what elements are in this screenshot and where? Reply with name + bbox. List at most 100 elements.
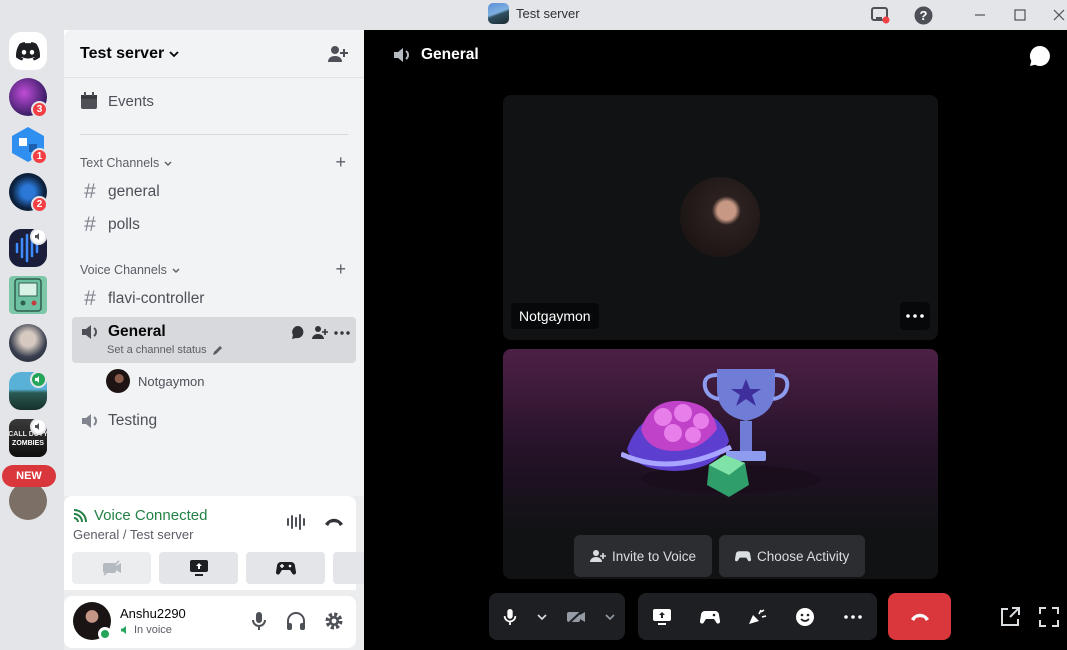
category-label: Text Channels: [80, 156, 160, 170]
disconnect-icon[interactable]: [324, 517, 344, 527]
server-name-label: Test server: [80, 44, 165, 62]
gamepad-icon: [275, 562, 296, 575]
category-voice-channels[interactable]: Voice Channels: [80, 263, 181, 277]
divider: [80, 134, 348, 135]
category-text-channels[interactable]: Text Channels: [80, 156, 173, 170]
channel-polls[interactable]: # polls: [72, 209, 356, 241]
channel-flavi-controller[interactable]: # flavi-controller: [72, 283, 356, 315]
server-header[interactable]: Test server: [64, 30, 364, 78]
inbox-icon[interactable]: [869, 4, 891, 26]
voice-channel-header: General: [392, 46, 479, 64]
share-screen-button[interactable]: [642, 593, 682, 640]
hash-icon: #: [84, 180, 96, 203]
svg-text:?: ?: [919, 8, 927, 23]
server-name[interactable]: Test server: [80, 45, 180, 63]
create-voice-channel-icon[interactable]: +: [335, 259, 346, 280]
activity-tile: Invite to Voice Choose Activity: [503, 349, 938, 579]
user-state-label: In voice: [134, 624, 172, 636]
participant-more-button[interactable]: [900, 302, 930, 330]
activities-button[interactable]: [246, 552, 325, 584]
voice-channel-testing[interactable]: Testing: [72, 405, 356, 437]
soundboard-button[interactable]: [737, 593, 777, 640]
speaker-active-icon: [30, 371, 47, 388]
avatar: [106, 369, 130, 393]
invite-people-icon[interactable]: [328, 45, 348, 63]
fullscreen-icon[interactable]: [1038, 606, 1060, 628]
speaker-icon: [30, 418, 47, 435]
server-icon-5[interactable]: [9, 276, 47, 314]
camera-button[interactable]: [553, 593, 599, 640]
channel-actions: [291, 325, 350, 340]
participant-name-tag: Notgaymon: [511, 303, 599, 329]
new-unreads-pill[interactable]: NEW: [2, 465, 56, 487]
media-controls: [489, 593, 625, 640]
close-button[interactable]: [1048, 4, 1067, 26]
participant-tile[interactable]: Notgaymon: [503, 95, 938, 340]
speaker-icon: [30, 228, 47, 245]
channel-general[interactable]: # general: [72, 176, 356, 208]
channel-label: flavi-controller: [108, 290, 205, 307]
hash-icon: #: [84, 287, 96, 310]
noise-suppression-icon[interactable]: [286, 514, 306, 530]
camera-options-button[interactable]: [599, 593, 621, 640]
camera-off-button[interactable]: [72, 552, 151, 584]
user-panel[interactable]: Anshu2290 In voice: [64, 596, 356, 648]
headphones-icon[interactable]: [286, 611, 306, 631]
category-label: Voice Channels: [80, 263, 167, 277]
voice-status[interactable]: Voice Connected: [73, 507, 207, 524]
voice-location[interactable]: General / Test server: [73, 527, 193, 542]
events-item[interactable]: Events: [80, 92, 154, 110]
invite-user-icon[interactable]: [312, 325, 328, 340]
activities-button[interactable]: [690, 593, 730, 640]
home-button[interactable]: [9, 32, 47, 70]
maximize-button[interactable]: [1009, 4, 1031, 26]
microphone-icon[interactable]: [250, 611, 268, 631]
online-status-indicator: [98, 627, 112, 641]
pop-out-icon[interactable]: [999, 606, 1021, 628]
invite-to-voice-button[interactable]: Invite to Voice: [574, 535, 713, 577]
screen-share-button[interactable]: [159, 552, 238, 584]
settings-gear-icon[interactable]: [324, 611, 344, 631]
more-button[interactable]: [833, 593, 873, 640]
disconnect-button[interactable]: [888, 593, 951, 640]
voice-channel-general[interactable]: General Set a channel status: [72, 317, 356, 363]
more-options-icon: [906, 314, 924, 318]
server-icon: [488, 3, 509, 24]
voice-status-label: Voice Connected: [94, 507, 208, 524]
more-options-icon[interactable]: [334, 330, 350, 335]
gamepad-icon: [699, 610, 720, 623]
choose-activity-button[interactable]: Choose Activity: [719, 535, 866, 577]
chevron-down-icon: [164, 161, 172, 166]
help-icon[interactable]: ?: [912, 4, 934, 26]
channel-label: General: [108, 323, 166, 340]
voice-channel-title: General: [421, 46, 479, 63]
mention-badge: 2: [31, 196, 48, 213]
chevron-down-icon: [537, 613, 547, 620]
server-icon-9[interactable]: [9, 482, 47, 520]
chevron-down-icon: [169, 50, 179, 57]
channel-status[interactable]: Set a channel status: [107, 344, 223, 356]
chevron-down-icon: [605, 613, 615, 620]
mute-button[interactable]: [489, 593, 531, 640]
server-icon-6[interactable]: [9, 324, 47, 362]
microphone-icon: [503, 608, 517, 625]
mic-options-button[interactable]: [531, 593, 553, 640]
svg-text:ZOMBIES: ZOMBIES: [12, 440, 44, 447]
choose-activity-label: Choose Activity: [757, 548, 850, 564]
events-label: Events: [108, 92, 154, 110]
create-text-channel-icon[interactable]: +: [335, 152, 346, 173]
signal-icon: [73, 508, 87, 522]
mention-badge: 1: [31, 148, 48, 165]
channel-label: Testing: [108, 412, 158, 429]
window-titlebar: Test server ?: [0, 0, 1067, 30]
voice-user-item[interactable]: Notgaymon: [106, 369, 204, 393]
minimize-button[interactable]: [969, 4, 991, 26]
calendar-icon: [81, 92, 97, 109]
channel-status-placeholder: Set a channel status: [107, 344, 207, 356]
screen-share-icon: [189, 560, 208, 576]
emoji-button[interactable]: [785, 593, 825, 640]
chevron-down-icon: [172, 268, 180, 273]
chat-bubble-icon[interactable]: [291, 325, 306, 340]
chat-bubble-icon[interactable]: [1029, 45, 1051, 67]
voice-stage: General Notgaymon Invite to Voice Choose…: [364, 30, 1067, 650]
